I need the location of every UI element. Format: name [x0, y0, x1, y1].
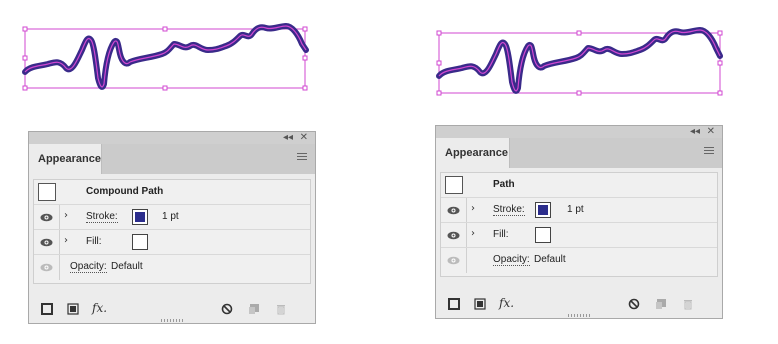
duplicate-item-icon[interactable]	[655, 298, 667, 310]
artwork-compound-path[interactable]	[0, 0, 390, 110]
fill-swatch[interactable]	[132, 234, 148, 250]
panel-footer: fx.	[436, 292, 722, 318]
eye-icon[interactable]	[40, 213, 53, 222]
trash-icon[interactable]	[275, 303, 287, 315]
opacity-value[interactable]: Default	[111, 261, 143, 272]
eye-icon[interactable]	[40, 263, 53, 272]
panel-content: Compound Path › Stroke: 1 pt › Fill: Opa…	[29, 174, 315, 323]
duplicate-item-icon[interactable]	[248, 303, 260, 315]
artwork-path[interactable]	[410, 0, 778, 110]
clear-appearance-icon[interactable]	[221, 303, 233, 315]
stroke-label[interactable]: Stroke:	[86, 211, 118, 223]
resize-grip[interactable]	[161, 319, 183, 322]
object-thumbnail	[38, 183, 56, 201]
chevron-right-icon[interactable]: ›	[471, 203, 475, 214]
fill-swatch[interactable]	[535, 227, 551, 243]
opacity-label[interactable]: Opacity:	[493, 254, 530, 266]
appearance-panel: ◂◂ ✕ Appearance Path › Stroke: 1 pt › Fi…	[435, 125, 723, 319]
trash-icon[interactable]	[682, 298, 694, 310]
stroke-row[interactable]: › Stroke: 1 pt	[34, 205, 310, 230]
add-new-stroke-icon[interactable]	[448, 298, 460, 310]
chevron-right-icon[interactable]: ›	[64, 235, 68, 246]
eye-icon[interactable]	[447, 206, 460, 215]
panel-titlebar[interactable]: ◂◂ ✕	[29, 132, 315, 144]
fill-label: Fill:	[86, 236, 102, 247]
squiggle-highlight	[438, 29, 721, 92]
panel-titlebar[interactable]: ◂◂ ✕	[436, 126, 722, 138]
panel-content: Path › Stroke: 1 pt › Fill: Opacity: Def…	[436, 168, 722, 318]
add-effect-icon[interactable]: fx.	[499, 296, 514, 310]
bounding-box-handles[interactable]	[436, 30, 723, 96]
collapse-panel-icon[interactable]: ◂◂	[690, 126, 700, 138]
close-icon[interactable]: ✕	[707, 126, 715, 138]
add-new-fill-icon[interactable]	[67, 303, 79, 315]
stroke-swatch[interactable]	[535, 202, 551, 218]
stroke-row[interactable]: › Stroke: 1 pt	[441, 198, 717, 223]
fill-row[interactable]: › Fill:	[34, 230, 310, 255]
appearance-panel: ◂◂ ✕ Appearance Compound Path › Stroke: …	[28, 131, 316, 324]
opacity-row[interactable]: Opacity: Default	[441, 248, 717, 273]
tab-row: Appearance	[436, 138, 722, 168]
object-type-label: Path	[493, 179, 515, 190]
eye-icon[interactable]	[447, 256, 460, 265]
chevron-right-icon[interactable]: ›	[64, 210, 68, 221]
tab-appearance[interactable]: Appearance	[29, 144, 102, 174]
bounding-box	[438, 32, 721, 94]
bounding-box-handles[interactable]	[22, 26, 308, 91]
object-row[interactable]: Path	[441, 173, 717, 198]
chevron-right-icon[interactable]: ›	[471, 228, 475, 239]
fill-row[interactable]: › Fill:	[441, 223, 717, 248]
collapse-panel-icon[interactable]: ◂◂	[283, 132, 293, 144]
panel-menu-icon[interactable]	[704, 147, 714, 155]
stroke-swatch[interactable]	[132, 209, 148, 225]
tab-row: Appearance	[29, 144, 315, 174]
add-effect-icon[interactable]: fx.	[92, 301, 107, 315]
resize-grip[interactable]	[568, 314, 590, 317]
add-new-stroke-icon[interactable]	[41, 303, 53, 315]
stroke-weight-value[interactable]: 1 pt	[567, 204, 584, 215]
object-row[interactable]: Compound Path	[34, 180, 310, 205]
stroke-weight-value[interactable]: 1 pt	[162, 211, 179, 222]
appearance-list: Path › Stroke: 1 pt › Fill: Opacity: Def…	[440, 172, 718, 277]
fill-label: Fill:	[493, 229, 509, 240]
squiggle-stroke	[436, 27, 723, 94]
eye-icon[interactable]	[40, 238, 53, 247]
add-new-fill-icon[interactable]	[474, 298, 486, 310]
close-icon[interactable]: ✕	[300, 132, 308, 144]
squiggle-stroke	[22, 23, 309, 90]
opacity-label[interactable]: Opacity:	[70, 261, 107, 273]
object-thumbnail	[445, 176, 463, 194]
tab-appearance[interactable]: Appearance	[436, 138, 510, 168]
panel-menu-icon[interactable]	[297, 153, 307, 161]
object-type-label: Compound Path	[86, 186, 164, 197]
stroke-label[interactable]: Stroke:	[493, 204, 525, 216]
bounding-box	[24, 28, 306, 89]
clear-appearance-icon[interactable]	[628, 298, 640, 310]
opacity-row[interactable]: Opacity: Default	[34, 255, 310, 280]
squiggle-highlight	[24, 25, 307, 88]
opacity-value[interactable]: Default	[534, 254, 566, 265]
appearance-list: Compound Path › Stroke: 1 pt › Fill: Opa…	[33, 179, 311, 284]
eye-icon[interactable]	[447, 231, 460, 240]
panel-footer: fx.	[29, 297, 315, 323]
